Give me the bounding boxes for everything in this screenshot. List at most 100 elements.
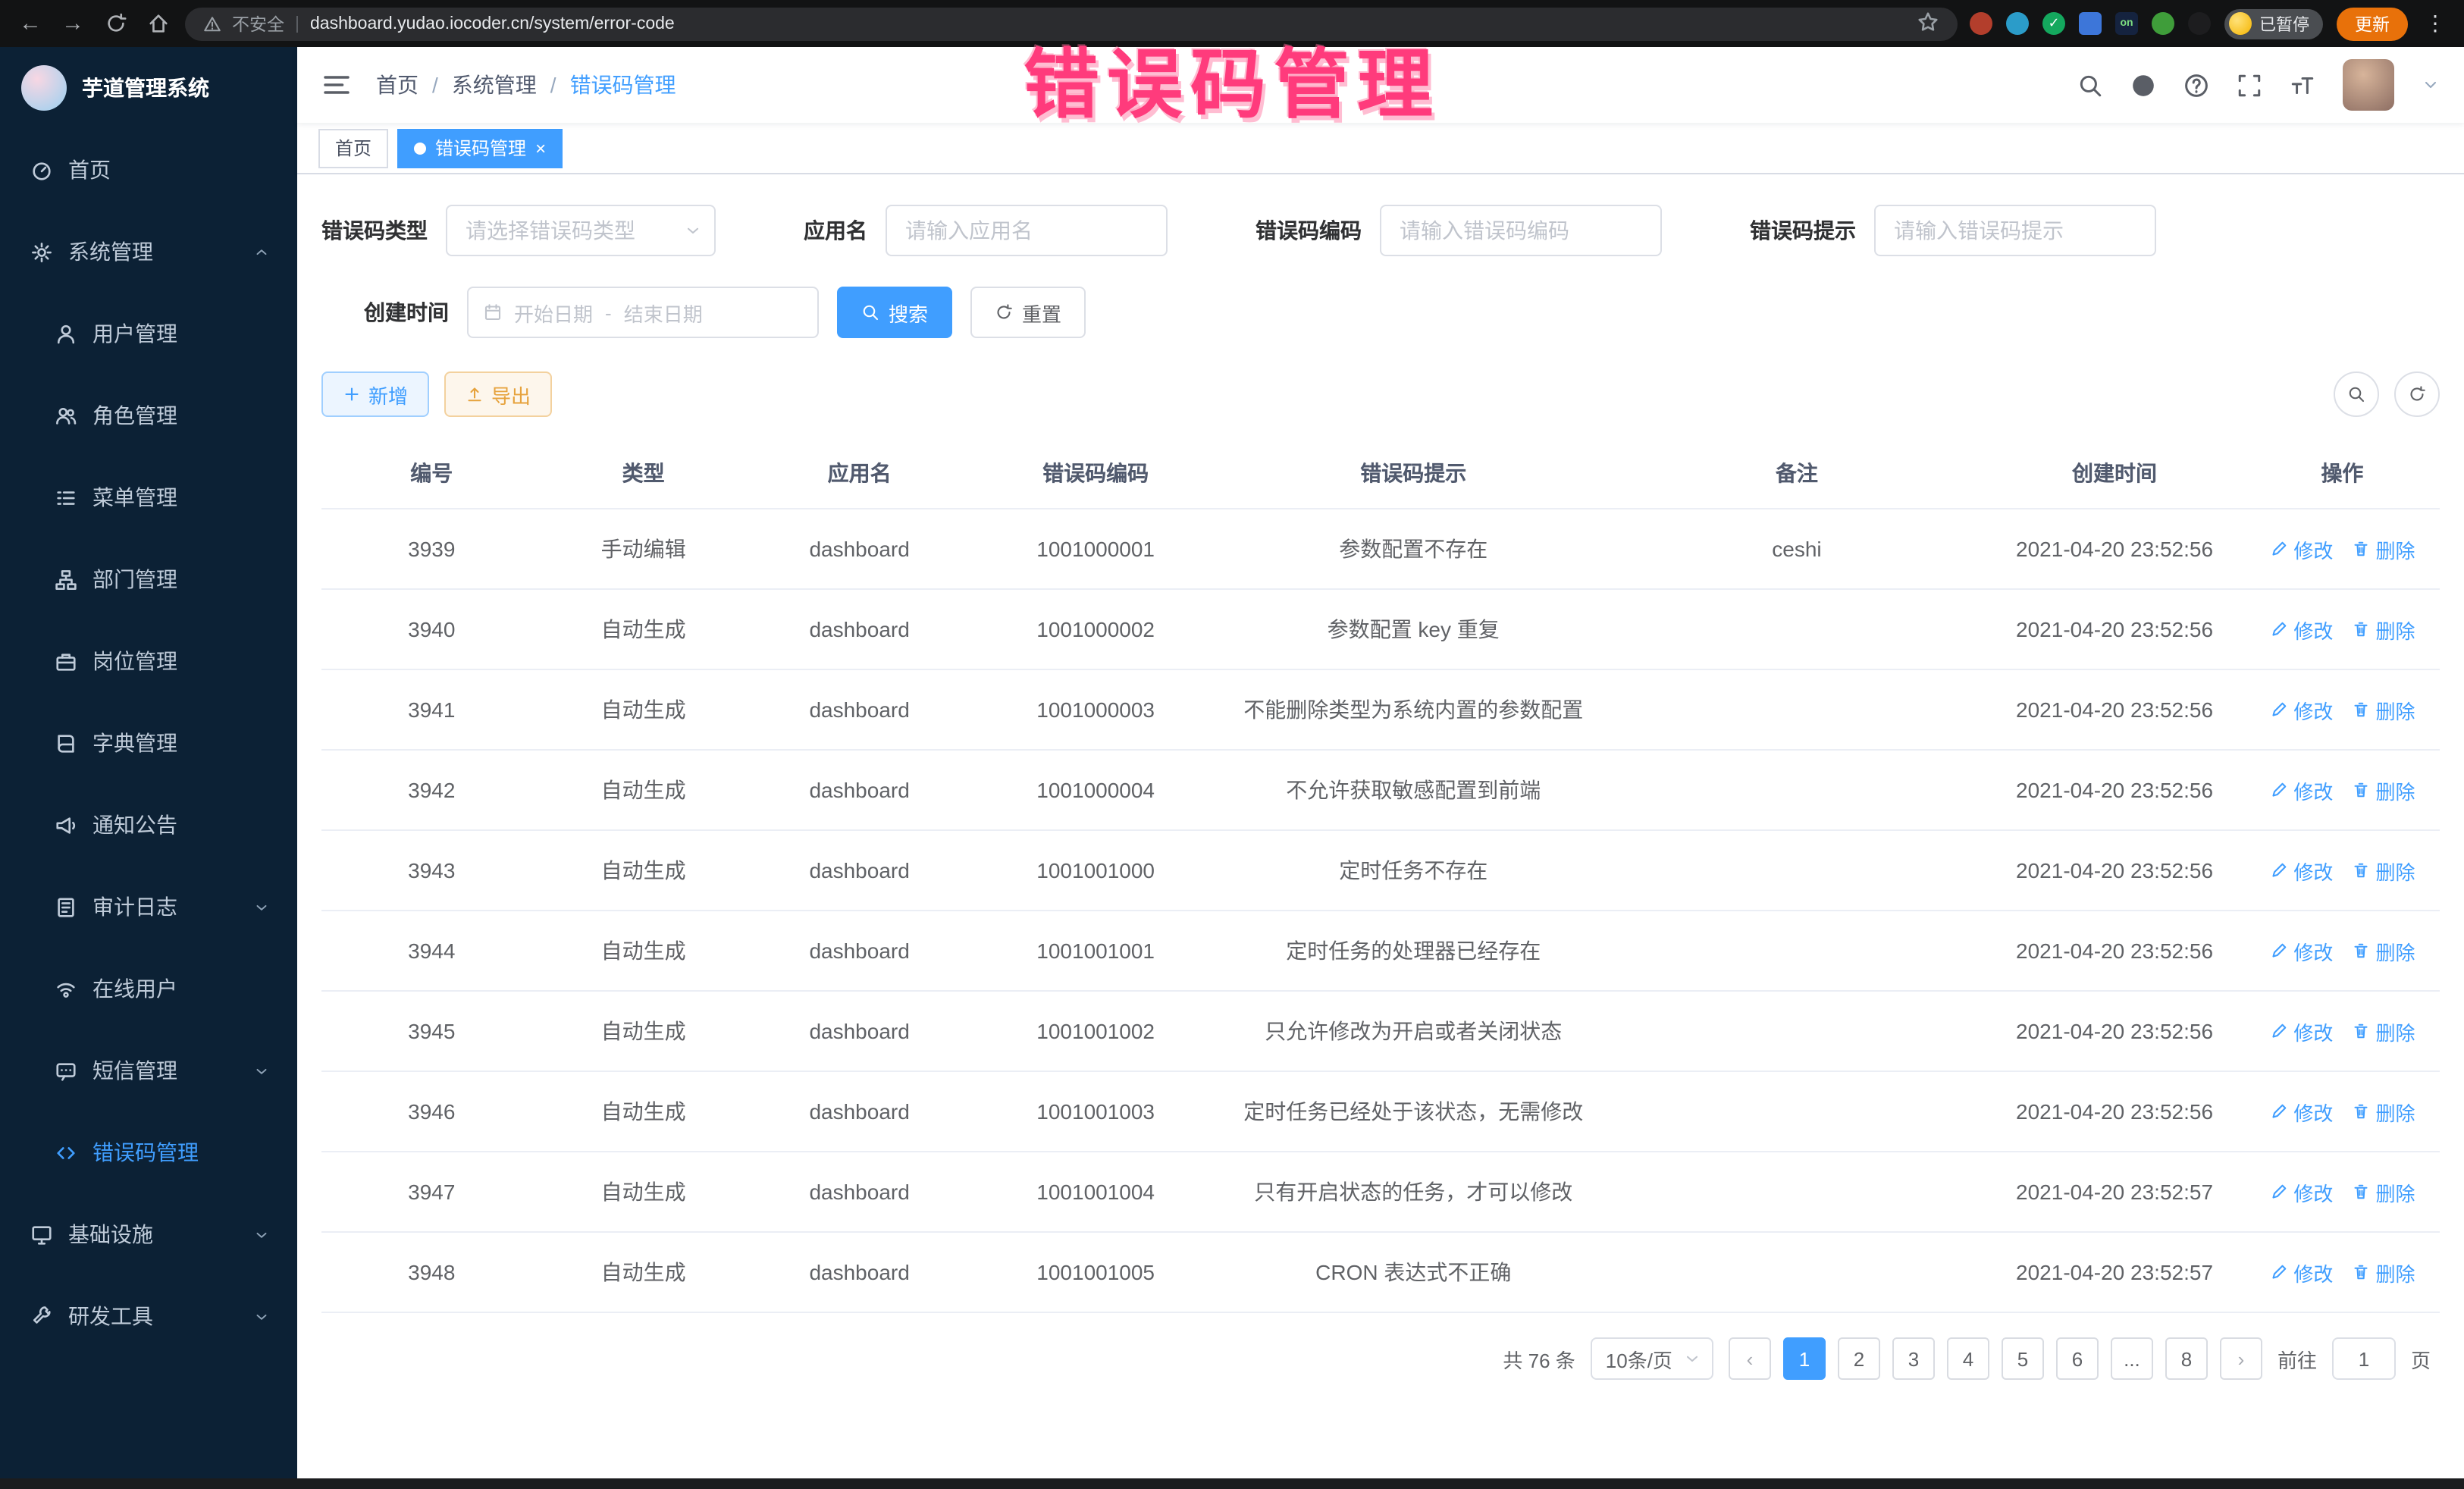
- back-icon[interactable]: ←: [15, 11, 45, 36]
- delete-link[interactable]: 删除: [2351, 1017, 2415, 1045]
- breadcrumb-item[interactable]: 首页: [376, 70, 419, 100]
- reload-icon[interactable]: [100, 12, 130, 35]
- delete-link[interactable]: 删除: [2351, 856, 2415, 885]
- edit-link[interactable]: 修改: [2269, 936, 2333, 965]
- cell-remark: [1610, 1152, 1985, 1232]
- delete-link[interactable]: 删除: [2351, 534, 2415, 563]
- delete-link[interactable]: 删除: [2351, 615, 2415, 644]
- profile-paused-chip[interactable]: 已暂停: [2224, 8, 2323, 39]
- page-button[interactable]: 2: [1838, 1337, 1880, 1380]
- user-avatar[interactable]: [2343, 59, 2394, 111]
- error-type-select-input[interactable]: [446, 205, 716, 256]
- toggle-search-button[interactable]: [2334, 371, 2379, 417]
- page-size-select[interactable]: 10条/页: [1591, 1337, 1713, 1380]
- delete-link[interactable]: 删除: [2351, 695, 2415, 724]
- add-button[interactable]: 新增: [321, 371, 429, 417]
- error-type-select[interactable]: [446, 205, 716, 256]
- caret-down-icon[interactable]: [2422, 76, 2440, 94]
- github-icon[interactable]: [2130, 72, 2156, 98]
- refresh-table-button[interactable]: [2394, 371, 2440, 417]
- edit-link[interactable]: 修改: [2269, 695, 2333, 724]
- refresh-icon: [995, 303, 1013, 321]
- page-button[interactable]: 5: [2002, 1337, 2044, 1380]
- page-button[interactable]: 4: [1947, 1337, 1989, 1380]
- sidebar-item[interactable]: 基础设施: [0, 1193, 297, 1275]
- extension-icon[interactable]: [2152, 12, 2174, 35]
- fullscreen-icon[interactable]: [2237, 72, 2262, 98]
- sidebar-item[interactable]: 错误码管理: [0, 1111, 297, 1193]
- breadcrumb-item[interactable]: 系统管理: [452, 70, 537, 100]
- delete-link[interactable]: 删除: [2351, 1258, 2415, 1287]
- menu-kebab-icon[interactable]: ⋮: [2422, 11, 2449, 36]
- page-button[interactable]: 6: [2056, 1337, 2099, 1380]
- update-button[interactable]: 更新: [2337, 7, 2408, 40]
- reset-button[interactable]: 重置: [970, 287, 1086, 338]
- sidebar-item[interactable]: 系统管理: [0, 211, 297, 293]
- extension-icon[interactable]: ✓: [2042, 12, 2065, 35]
- sidebar-item[interactable]: 短信管理: [0, 1030, 297, 1111]
- delete-link[interactable]: 删除: [2351, 776, 2415, 804]
- tab-0[interactable]: 首页: [318, 128, 388, 168]
- help-icon[interactable]: [2183, 72, 2209, 98]
- edit-link[interactable]: 修改: [2269, 776, 2333, 804]
- sidebar-item[interactable]: 研发工具: [0, 1275, 297, 1357]
- sidebar-item[interactable]: 角色管理: [0, 375, 297, 456]
- bookmark-star-icon[interactable]: [1917, 10, 1939, 37]
- breadcrumb-item[interactable]: 错误码管理: [570, 70, 676, 100]
- column-header: 错误码提示: [1218, 438, 1610, 509]
- delete-link[interactable]: 删除: [2351, 1177, 2415, 1206]
- cell-id: 3944: [321, 911, 542, 991]
- extension-icon[interactable]: on: [2115, 12, 2138, 35]
- next-page-button[interactable]: ›: [2220, 1337, 2262, 1380]
- edit-link[interactable]: 修改: [2269, 856, 2333, 885]
- edit-link[interactable]: 修改: [2269, 615, 2333, 644]
- edit-link[interactable]: 修改: [2269, 534, 2333, 563]
- sidebar-item[interactable]: 岗位管理: [0, 620, 297, 702]
- extension-icon[interactable]: [2079, 12, 2102, 35]
- cell-remark: [1610, 911, 1985, 991]
- sidebar-item[interactable]: 首页: [0, 129, 297, 211]
- search-icon[interactable]: [2077, 72, 2103, 98]
- app-logo[interactable]: 芋道管理系统: [0, 47, 297, 129]
- edit-link[interactable]: 修改: [2269, 1177, 2333, 1206]
- delete-link[interactable]: 删除: [2351, 936, 2415, 965]
- edit-link[interactable]: 修改: [2269, 1097, 2333, 1126]
- sidebar-item[interactable]: 通知公告: [0, 784, 297, 866]
- edit-link[interactable]: 修改: [2269, 1017, 2333, 1045]
- tab-1[interactable]: 错误码管理×: [397, 128, 563, 168]
- sms-icon: [55, 1059, 77, 1082]
- gear-icon: [30, 240, 53, 263]
- prev-page-button[interactable]: ‹: [1729, 1337, 1771, 1380]
- app-name-input[interactable]: [886, 205, 1168, 256]
- sidebar-item[interactable]: 审计日志: [0, 866, 297, 948]
- tags-view-bar: 首页错误码管理×: [297, 123, 2464, 174]
- table-row: 3941自动生成dashboard1001000003不能删除类型为系统内置的参…: [321, 669, 2440, 750]
- export-button[interactable]: 导出: [444, 371, 552, 417]
- page-button[interactable]: 3: [1892, 1337, 1935, 1380]
- extension-icon[interactable]: [2006, 12, 2029, 35]
- sidebar-item[interactable]: 字典管理: [0, 702, 297, 784]
- extension-icon[interactable]: [1970, 12, 1992, 35]
- create-time-range[interactable]: 开始日期 - 结束日期: [467, 287, 819, 338]
- page-button[interactable]: 1: [1783, 1337, 1826, 1380]
- close-tab-icon[interactable]: ×: [535, 139, 546, 157]
- error-code-input[interactable]: [1380, 205, 1662, 256]
- edit-link[interactable]: 修改: [2269, 1258, 2333, 1287]
- calendar-icon: [484, 303, 502, 321]
- home-icon[interactable]: [143, 12, 173, 35]
- sidebar-item[interactable]: 用户管理: [0, 293, 297, 375]
- page-button[interactable]: ...: [2111, 1337, 2153, 1380]
- hamburger-icon[interactable]: [321, 70, 352, 100]
- error-hint-input[interactable]: [1874, 205, 2156, 256]
- sidebar-item[interactable]: 在线用户: [0, 948, 297, 1030]
- sidebar-item[interactable]: 部门管理: [0, 538, 297, 620]
- delete-link[interactable]: 删除: [2351, 1097, 2415, 1126]
- page-button[interactable]: 8: [2165, 1337, 2208, 1380]
- url-bar[interactable]: 不安全 | dashboard.yudao.iocoder.cn/system/…: [185, 7, 1958, 40]
- forward-icon[interactable]: →: [58, 11, 88, 36]
- search-button[interactable]: 搜索: [837, 287, 952, 338]
- extension-icon[interactable]: [2188, 12, 2211, 35]
- goto-page-input[interactable]: [2332, 1337, 2396, 1380]
- sidebar-item[interactable]: 菜单管理: [0, 456, 297, 538]
- font-size-icon[interactable]: [2290, 72, 2315, 98]
